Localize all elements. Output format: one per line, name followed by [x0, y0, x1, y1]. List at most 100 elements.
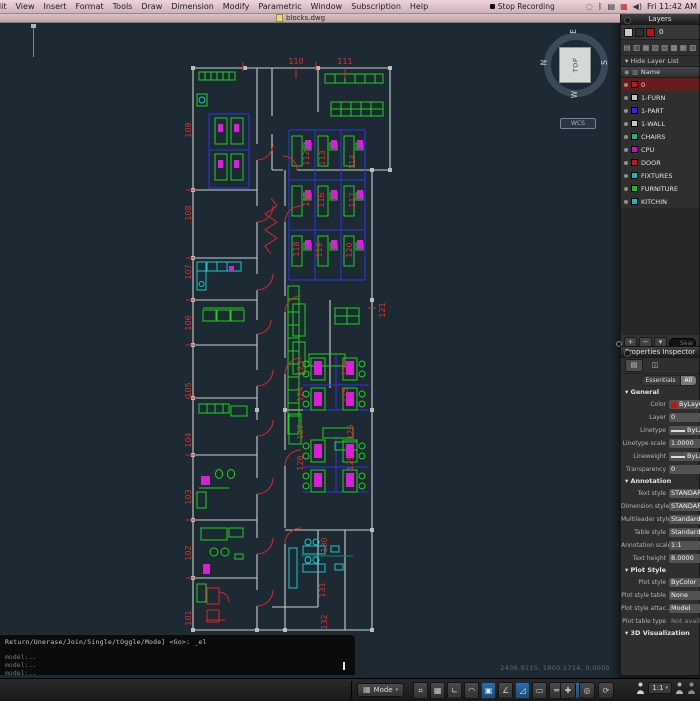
section-header-plot-style[interactable]: ▾ Plot Style	[621, 565, 699, 576]
property-value-field[interactable]: ByLayer	[669, 400, 700, 409]
viewcube-north-label[interactable]: N	[539, 60, 548, 66]
property-value-field[interactable]: ByLayer	[669, 452, 700, 461]
layer-row-chairs[interactable]: CHAIRS	[621, 130, 699, 143]
property-value-field[interactable]: Standard	[669, 528, 700, 537]
new-layer-icon[interactable]: ▤	[623, 43, 631, 52]
property-value-field[interactable]: Standard	[669, 515, 700, 524]
annotation-visibility-icon[interactable]	[636, 682, 645, 694]
screen-share-icon[interactable]: ▦	[620, 0, 628, 13]
viewcube-south-label[interactable]: S	[600, 60, 609, 65]
layer-row-1-part[interactable]: 1-PART	[621, 104, 699, 117]
menu-item-view[interactable]: View	[16, 0, 35, 13]
menu-item-window[interactable]: Window	[311, 0, 343, 13]
layer-visibility-icon[interactable]	[624, 160, 628, 165]
layer-row-cpu[interactable]: CPU	[621, 143, 699, 156]
ucs-dropdown[interactable]: WCS	[560, 118, 596, 129]
layer-row-1-wall[interactable]: 1-WALL	[621, 117, 699, 130]
layer-row-1-furn[interactable]: 1-FURN	[621, 91, 699, 104]
viewcube-west-label[interactable]: W	[570, 91, 579, 98]
property-value-field[interactable]: Model	[669, 604, 700, 613]
menu-item-tools[interactable]: Tools	[113, 0, 133, 13]
drawing-canvas[interactable]: E N S W TOP WCS 110 111 109 108 107 106 …	[0, 22, 620, 678]
layer-visibility-icon[interactable]	[624, 186, 628, 191]
property-value-field[interactable]: 0	[669, 465, 700, 474]
orbit-button[interactable]: ⟳	[598, 682, 614, 699]
all-segment-button[interactable]: All	[680, 375, 697, 386]
stop-recording-item[interactable]: Stop Recording	[489, 2, 555, 11]
menu-item-draw[interactable]: Draw	[141, 0, 162, 13]
property-value-field[interactable]: 1.0000	[669, 439, 700, 448]
section-header-3d-visualization[interactable]: ▾ 3D Visualization	[621, 628, 699, 639]
menu-item-parametric[interactable]: Parametric	[258, 0, 301, 13]
annotation-autoscale-icon[interactable]	[675, 682, 684, 694]
osnap-toggle[interactable]: ▣	[481, 681, 497, 699]
isolate-layer-icon[interactable]: ▧	[651, 43, 659, 52]
menu-item-help[interactable]: Help	[410, 0, 428, 13]
command-line-window[interactable]: Return/Unerase/Join/Single/tOggle/Mode] …	[0, 634, 356, 677]
property-value-field[interactable]: ByLayer	[669, 426, 700, 435]
freeze-layer-icon[interactable]: ▨	[661, 43, 669, 52]
viewcube-east-label[interactable]: E	[569, 29, 578, 34]
volume-icon[interactable]: ◀)	[633, 0, 642, 13]
layer-color-swatch[interactable]	[631, 198, 638, 205]
layer-visibility-icon[interactable]	[624, 82, 628, 87]
mode-button[interactable]: ▦ Mode ▾	[357, 683, 405, 697]
layer-row-0[interactable]: 0	[621, 78, 699, 91]
viewcube[interactable]: E N S W TOP WCS	[536, 28, 616, 130]
bluetooth-icon[interactable]: ᛒ	[598, 0, 603, 13]
viewcube-top-face[interactable]: TOP	[559, 47, 591, 83]
section-header-general[interactable]: ▾ General	[621, 387, 699, 398]
polar-toggle[interactable]: ◠	[464, 681, 480, 699]
essentials-segment-button[interactable]: Essentials	[640, 375, 681, 386]
layer-color-swatch[interactable]	[631, 159, 638, 166]
snap-toggle[interactable]: ⌗	[413, 681, 429, 699]
menu-item-format[interactable]: Format	[75, 0, 103, 13]
layer-settings-icon[interactable]: ▧	[689, 43, 697, 52]
dyn-toggle[interactable]: ▭	[532, 681, 548, 699]
annotation-add-scale-icon[interactable]	[687, 682, 696, 694]
property-value-field[interactable]: 1:1	[669, 541, 700, 550]
property-value-field[interactable]: STANDARD	[669, 489, 700, 498]
layer-color-swatch[interactable]	[631, 94, 638, 101]
layer-row-furniture[interactable]: FURNITURE	[621, 182, 699, 195]
spotlight-icon[interactable]: ◌	[586, 0, 593, 13]
display-icon[interactable]: ▤	[608, 0, 616, 13]
layer-visibility-icon[interactable]	[624, 108, 628, 113]
layer-row-fixtures[interactable]: FIXTURES	[621, 169, 699, 182]
layer-visibility-icon[interactable]	[624, 95, 628, 100]
ducs-toggle[interactable]: ◿	[515, 681, 531, 699]
layer-visibility-icon[interactable]	[624, 199, 628, 204]
property-value-field[interactable]: ByColor	[669, 578, 700, 587]
close-icon[interactable]	[624, 17, 631, 24]
layer-row-kitchin[interactable]: KITCHIN	[621, 195, 699, 208]
property-value-field[interactable]: 0	[669, 413, 700, 422]
layers-palette-title[interactable]: Layers	[621, 14, 699, 25]
menu-item-insert[interactable]: Insert	[43, 0, 66, 13]
tab-properties[interactable]: ▤	[625, 359, 643, 372]
current-color-swatch[interactable]	[646, 27, 655, 37]
zoom-button[interactable]: ◎	[579, 682, 595, 699]
layer-visibility-icon[interactable]	[624, 147, 628, 152]
grid-toggle[interactable]: ▦	[430, 681, 446, 699]
menu-item-edit[interactable]: Edit	[0, 0, 7, 13]
layer-visibility-icon[interactable]	[624, 173, 628, 178]
layer-color-swatch[interactable]	[631, 133, 638, 140]
current-layer-name[interactable]: 0	[659, 28, 663, 36]
layer-list-header[interactable]: ◉ ▥ Name	[621, 66, 699, 78]
property-value-field[interactable]: 8.0000	[669, 554, 700, 563]
property-value-field[interactable]: None	[669, 591, 700, 600]
layer-color-swatch[interactable]	[631, 172, 638, 179]
delete-layer-icon[interactable]: ▥	[632, 43, 640, 52]
layer-visibility-icon[interactable]	[624, 134, 628, 139]
layer-color-swatch[interactable]	[631, 146, 638, 153]
property-value-field[interactable]: STANDARD	[669, 502, 700, 511]
layer-state-icon[interactable]: ▦	[642, 43, 650, 52]
merge-layer-icon[interactable]: ▦	[679, 43, 687, 52]
layer-visibility-icon[interactable]	[624, 121, 628, 126]
layer-color-swatch[interactable]	[631, 185, 638, 192]
section-header-annotation[interactable]: ▾ Annotation	[621, 476, 699, 487]
menu-item-dimension[interactable]: Dimension	[171, 0, 214, 13]
ortho-toggle[interactable]: ∟	[447, 681, 463, 699]
layer-color-swatch[interactable]	[631, 81, 638, 88]
hide-layer-list-toggle[interactable]: ▾ Hide Layer List	[621, 56, 699, 66]
